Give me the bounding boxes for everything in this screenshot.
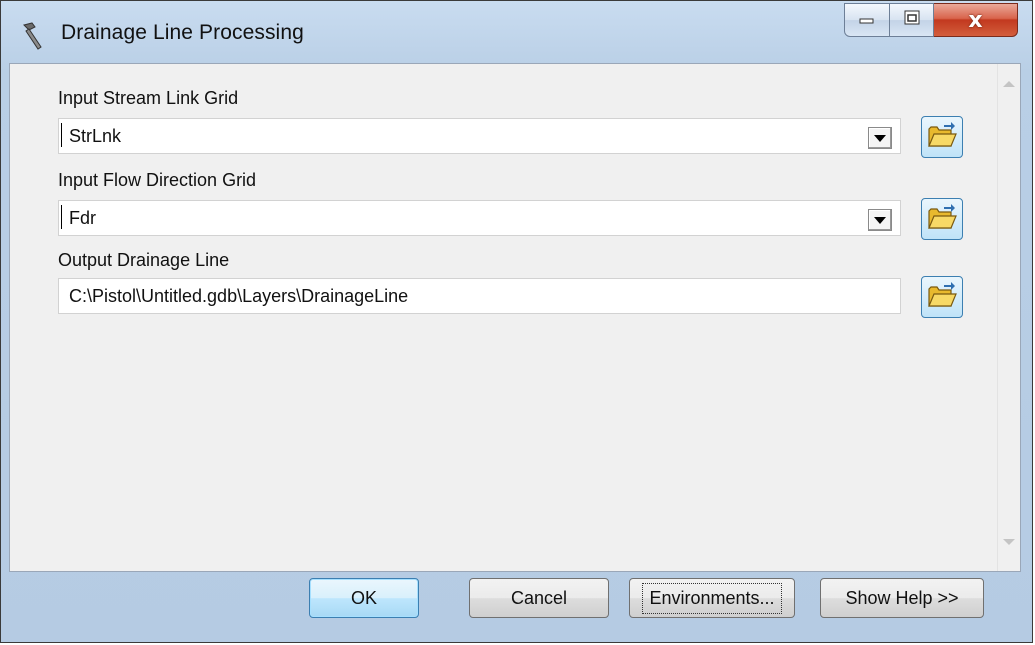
stream-link-grid-combo[interactable]: StrLnk	[58, 118, 901, 154]
environments-button[interactable]: Environments...	[629, 578, 795, 618]
flow-direction-grid-browse-button[interactable]	[921, 198, 963, 240]
minimize-icon	[857, 11, 877, 30]
text-caret	[61, 205, 62, 229]
show-help-button-label: Show Help >>	[845, 587, 959, 608]
scroll-down-icon[interactable]	[1003, 539, 1015, 545]
open-folder-icon	[927, 203, 957, 236]
button-bar: OK Cancel Environments... Show Help >>	[9, 572, 1021, 634]
cancel-button[interactable]: Cancel	[469, 578, 609, 618]
maximize-button[interactable]	[890, 3, 934, 37]
flow-direction-grid-dropdown-button[interactable]	[868, 209, 892, 231]
ok-button-label: OK	[350, 587, 377, 608]
vertical-scrollbar[interactable]	[997, 64, 1020, 571]
stream-link-grid-browse-button[interactable]	[921, 116, 963, 158]
text-caret	[61, 123, 62, 147]
flow-direction-grid-label: Input Flow Direction Grid	[58, 170, 257, 190]
window-controls: x	[844, 3, 1018, 39]
open-folder-icon	[927, 281, 957, 314]
close-button[interactable]: x	[934, 3, 1018, 37]
output-drainage-line-browse-button[interactable]	[921, 276, 963, 318]
stream-link-grid-label: Input Stream Link Grid	[58, 88, 239, 108]
stream-link-grid-value: StrLnk	[69, 126, 122, 146]
flow-direction-grid-combo[interactable]: Fdr	[58, 200, 901, 236]
scroll-up-icon[interactable]	[1003, 81, 1015, 87]
open-folder-icon	[927, 121, 957, 154]
output-drainage-line-label: Output Drainage Line	[58, 250, 230, 270]
close-icon: x	[968, 7, 983, 33]
maximize-icon	[902, 9, 922, 32]
hammer-icon	[15, 21, 45, 51]
flow-direction-grid-value: Fdr	[69, 208, 96, 228]
form-area: Input Stream Link Grid StrLnk Input Flow…	[9, 63, 1021, 572]
cancel-button-label: Cancel	[510, 587, 568, 608]
ok-button[interactable]: OK	[309, 578, 419, 618]
environments-button-label: Environments...	[642, 582, 782, 614]
show-help-button[interactable]: Show Help >>	[820, 578, 984, 618]
dialog-window: Drainage Line Processing x Input Stream …	[0, 0, 1033, 643]
window-title: Drainage Line Processing	[61, 21, 304, 44]
title-bar[interactable]: Drainage Line Processing x	[1, 1, 1032, 63]
stream-link-grid-dropdown-button[interactable]	[868, 127, 892, 149]
minimize-button[interactable]	[844, 3, 890, 37]
output-drainage-line-value: C:\Pistol\Untitled.gdb\Layers\DrainageLi…	[69, 286, 409, 306]
output-drainage-line-input[interactable]: C:\Pistol\Untitled.gdb\Layers\DrainageLi…	[58, 278, 901, 314]
